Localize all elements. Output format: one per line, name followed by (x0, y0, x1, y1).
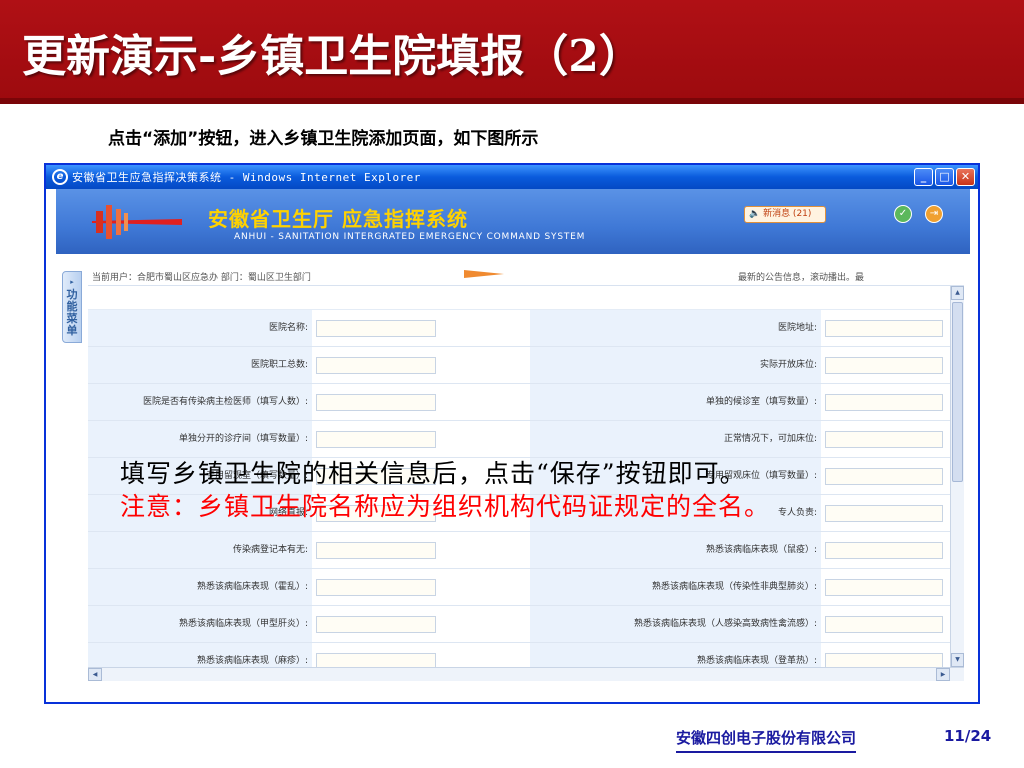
row-gap (440, 384, 530, 420)
expand-arrow-icon: ▸ (70, 278, 74, 286)
slide-title: 更新演示-乡镇卫生院填报（2） (22, 31, 643, 82)
news-ticker: 最新的公告信息，滚动播出。最 (738, 273, 865, 283)
field-label: 熟悉该病临床表现（传染性非典型肺炎）: (530, 569, 821, 605)
field-input[interactable] (316, 616, 436, 633)
check-icon[interactable]: ✓ (894, 205, 912, 223)
form-row: 单独分开的诊疗间（填写数量）: 正常情况下，可加床位: (88, 421, 950, 458)
app-banner: 安徽省卫生厅 应急指挥系统 ANHUI - SANITATION INTERGR… (56, 189, 970, 254)
form-row: 医院职工总数: 实际开放床位: (88, 347, 950, 384)
field-label: 医院地址: (530, 310, 821, 346)
ie-logo-icon: e (52, 169, 68, 185)
field-label: 医院职工总数: (88, 347, 312, 383)
row-gap (440, 606, 530, 642)
field-label: 单独的候诊室（填写数量）: (530, 384, 821, 420)
field-label: 单独分开的诊疗间（填写数量）: (88, 421, 312, 457)
slide-header: 更新演示-乡镇卫生院填报（2） (0, 0, 1024, 104)
form-row: 熟悉该病临床表现（霍乱）: 熟悉该病临床表现（传染性非典型肺炎）: (88, 569, 950, 606)
field-input[interactable] (825, 579, 943, 596)
exit-icon[interactable]: ⇥ (925, 205, 943, 223)
field-label: 正常情况下，可加床位: (530, 421, 821, 457)
warning-note: 注意：乡镇卫生院名称应为组织机构代码证规定的全名。 (120, 492, 771, 521)
field-input[interactable] (825, 542, 943, 559)
field-label: 熟悉该病临床表现（麻疹）: (88, 643, 312, 667)
window-titlebar[interactable]: e 安徽省卫生应急指挥决策系统 - Windows Internet Explo… (46, 165, 978, 189)
form-row: 熟悉该病临床表现（麻疹）: 熟悉该病临床表现（登革热）: (88, 643, 950, 667)
scroll-left-icon[interactable]: ◀ (88, 668, 102, 681)
app-title: 安徽省卫生厅 应急指挥系统 (208, 207, 468, 231)
row-gap (440, 421, 530, 457)
field-label: 医院是否有传染病主检医师（填写人数）: (88, 384, 312, 420)
function-menu-tab[interactable]: ▸ 功能菜单 (62, 271, 82, 343)
row-gap (440, 310, 530, 346)
horizontal-scrollbar[interactable]: ◀ ▶ (88, 667, 964, 681)
field-label: 熟悉该病临床表现（霍乱）: (88, 569, 312, 605)
vertical-scrollbar[interactable]: ▲ ▼ (950, 286, 964, 667)
form-row: 医院是否有传染病主检医师（填写人数）: 单独的候诊室（填写数量）: (88, 384, 950, 421)
field-input[interactable] (825, 394, 943, 411)
new-messages-button[interactable]: 🔈 新消息 (21) (744, 206, 826, 223)
field-input[interactable] (316, 431, 436, 448)
form-row: 医院名称: 医院地址: (88, 310, 950, 347)
field-input[interactable] (316, 579, 436, 596)
field-input[interactable] (316, 320, 436, 337)
app-subtitle: ANHUI - SANITATION INTERGRATED EMERGENCY… (234, 232, 586, 242)
annotation: 填写乡镇卫生院的相关信息后，点击“保存”按钮即可。 注意：乡镇卫生院名称应为组织… (120, 459, 910, 522)
field-label: 熟悉该病临床表现（甲型肝炎）: (88, 606, 312, 642)
field-label: 医院名称: (88, 310, 312, 346)
info-bar: 当前用户：合肥市蜀山区应急办 部门：蜀山区卫生部门 最新的公告信息，滚动播出。最 (88, 264, 964, 286)
field-label: 熟悉该病临床表现（鼠疫）: (530, 532, 821, 568)
form-header (88, 286, 950, 310)
field-input[interactable] (825, 320, 943, 337)
scroll-thumb[interactable] (952, 302, 963, 482)
function-menu-label: 功能菜单 (66, 288, 78, 337)
instruction-text: 填写乡镇卫生院的相关信息后，点击“保存”按钮即可。 (120, 459, 746, 488)
row-gap (440, 532, 530, 568)
field-input[interactable] (316, 653, 436, 667)
current-user-info: 当前用户：合肥市蜀山区应急办 部门：蜀山区卫生部门 (92, 273, 311, 283)
row-gap (440, 347, 530, 383)
minimize-button[interactable]: _ (914, 168, 933, 186)
field-input[interactable] (316, 542, 436, 559)
row-gap (440, 569, 530, 605)
field-label: 实际开放床位: (530, 347, 821, 383)
slide-subtitle: 点击“添加”按钮，进入乡镇卫生院添加页面，如下图所示 (108, 129, 539, 149)
form-row: 熟悉该病临床表现（甲型肝炎）: 熟悉该病临床表现（人感染高致病性禽流感）: (88, 606, 950, 643)
field-label: 熟悉该病临床表现（登革热）: (530, 643, 821, 667)
field-label: 传染病登记本有无: (88, 532, 312, 568)
field-input[interactable] (825, 431, 943, 448)
field-input[interactable] (316, 357, 436, 374)
close-button[interactable]: ✕ (956, 168, 975, 186)
scroll-right-icon[interactable]: ▶ (936, 668, 950, 681)
row-gap (440, 643, 530, 667)
footer-company: 安徽四创电子股份有限公司 (676, 729, 857, 753)
window-title: 安徽省卫生应急指挥决策系统 - Windows Internet Explore… (72, 171, 421, 184)
app-logo-icon (92, 205, 182, 239)
scroll-down-icon[interactable]: ▼ (951, 653, 964, 667)
ie-window: e 安徽省卫生应急指挥决策系统 - Windows Internet Explo… (44, 163, 980, 704)
field-label: 熟悉该病临床表现（人感染高致病性禽流感）: (530, 606, 821, 642)
page-number: 11/24 (944, 727, 992, 745)
scroll-up-icon[interactable]: ▲ (951, 286, 964, 300)
field-input[interactable] (825, 616, 943, 633)
field-input[interactable] (825, 357, 943, 374)
form-row: 传染病登记本有无: 熟悉该病临床表现（鼠疫）: (88, 532, 950, 569)
field-input[interactable] (316, 394, 436, 411)
field-input[interactable] (825, 653, 943, 667)
maximize-button[interactable]: □ (935, 168, 954, 186)
arrow-decoration-icon (464, 270, 504, 278)
